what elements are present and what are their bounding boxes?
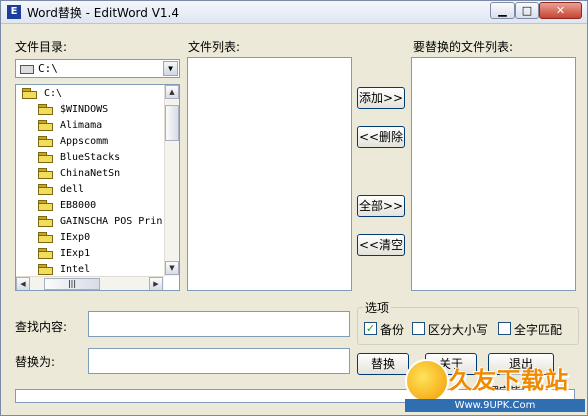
- title-bar[interactable]: E Word替换 - EditWord V1.4 ▁ □ ✕: [1, 1, 587, 24]
- find-input[interactable]: [88, 311, 350, 337]
- watermark-logo-icon: [405, 359, 449, 403]
- tree-item[interactable]: ChinaNetSn: [38, 167, 120, 183]
- chevron-down-icon[interactable]: ▼: [163, 61, 178, 76]
- tree-item-label: Alimama: [60, 120, 103, 131]
- file-dir-label: 文件目录:: [15, 40, 68, 54]
- tree-item-label: IExp1: [60, 248, 91, 259]
- file-list-box[interactable]: [187, 57, 352, 291]
- window-title: Word替换 - EditWord V1.4: [27, 6, 179, 20]
- tree-vertical-scrollbar[interactable]: ▲ ▼: [164, 85, 179, 276]
- backup-label: 备份: [380, 323, 405, 337]
- tree-item-label: GAINSCHA POS Prin: [60, 216, 163, 227]
- replace-list-label: 要替换的文件列表:: [413, 40, 514, 54]
- drive-icon: [20, 65, 34, 74]
- tree-horizontal-scrollbar[interactable]: ◀ ||| ▶: [16, 276, 164, 290]
- open-folder-icon: [22, 87, 38, 99]
- file-list-label: 文件列表:: [188, 40, 241, 54]
- tree-item[interactable]: $WINDOWS: [38, 103, 108, 119]
- folder-icon: [38, 183, 54, 195]
- tree-root[interactable]: C:\: [22, 87, 62, 103]
- maximize-button[interactable]: □: [515, 2, 539, 19]
- folder-icon: [38, 215, 54, 227]
- case-label: 区分大小写: [428, 323, 489, 337]
- replace-label: 替换为:: [15, 355, 56, 369]
- folder-icon: [38, 103, 54, 115]
- tree-item-label: BlueStacks: [60, 152, 121, 163]
- replace-button[interactable]: 替换: [357, 353, 409, 375]
- folder-icon: [38, 247, 54, 259]
- tree-item-label: Appscomm: [60, 136, 109, 147]
- replace-input[interactable]: [88, 348, 350, 374]
- whole-word-label: 全字匹配: [514, 323, 563, 337]
- watermark-subtext: Www.9UPK.Com: [405, 399, 585, 412]
- folder-icon: [38, 199, 54, 211]
- close-button[interactable]: ✕: [539, 2, 582, 19]
- folder-icon: [38, 263, 54, 275]
- scroll-down-icon[interactable]: ▼: [165, 261, 179, 275]
- folder-icon: [38, 167, 54, 179]
- tree-item-label: ChinaNetSn: [60, 168, 121, 179]
- find-label: 查找内容:: [15, 320, 68, 334]
- add-button[interactable]: 添加>>: [357, 87, 405, 109]
- tree-item[interactable]: IExp1: [38, 247, 90, 263]
- whole-word-checkbox[interactable]: [498, 322, 511, 335]
- case-checkbox[interactable]: [412, 322, 425, 335]
- folder-icon: [38, 135, 54, 147]
- add-all-button[interactable]: 全部>>: [357, 195, 405, 217]
- tree-item-label: Intel: [60, 264, 91, 275]
- tree-item[interactable]: EB8000: [38, 199, 96, 215]
- scroll-thumb-horizontal[interactable]: |||: [44, 278, 100, 290]
- delete-button[interactable]: <<删除: [357, 126, 405, 148]
- app-icon: E: [7, 5, 21, 19]
- clear-button[interactable]: <<清空: [357, 234, 405, 256]
- drive-select[interactable]: C:\ ▼: [15, 59, 180, 78]
- tree-item[interactable]: Appscomm: [38, 135, 108, 151]
- replace-file-list-box[interactable]: [411, 57, 576, 291]
- scroll-thumb[interactable]: [165, 105, 179, 141]
- options-title: 选项: [363, 299, 392, 316]
- scroll-left-icon[interactable]: ◀: [16, 277, 30, 290]
- tree-item[interactable]: Alimama: [38, 119, 102, 135]
- tree-item[interactable]: IExp0: [38, 231, 90, 247]
- tree-item-label: $WINDOWS: [60, 104, 109, 115]
- directory-tree[interactable]: C:\ $WINDOWS Alimama Appscomm BlueStacks…: [15, 84, 180, 291]
- folder-icon: [38, 151, 54, 163]
- watermark: 久友下载站 Www.9UPK.Com: [405, 357, 587, 413]
- tree-item[interactable]: dell: [38, 183, 84, 199]
- drive-value: C:\: [38, 62, 58, 75]
- scroll-right-icon[interactable]: ▶: [149, 277, 163, 290]
- folder-icon: [38, 231, 54, 243]
- scroll-up-icon[interactable]: ▲: [165, 85, 179, 99]
- tree-item-label: EB8000: [60, 200, 97, 211]
- watermark-text: 久友下载站: [449, 368, 569, 394]
- folder-icon: [38, 119, 54, 131]
- tree-item-label: IExp0: [60, 232, 91, 243]
- tree-item[interactable]: BlueStacks: [38, 151, 120, 167]
- backup-checkbox[interactable]: ✓: [364, 322, 377, 335]
- minimize-button[interactable]: ▁: [490, 2, 515, 19]
- app-window: E Word替换 - EditWord V1.4 ▁ □ ✕ 文件目录: 文件列…: [0, 0, 588, 416]
- tree-item-label: dell: [60, 184, 85, 195]
- tree-root-label: C:\: [44, 88, 63, 99]
- tree-item[interactable]: GAINSCHA POS Prin: [38, 215, 162, 231]
